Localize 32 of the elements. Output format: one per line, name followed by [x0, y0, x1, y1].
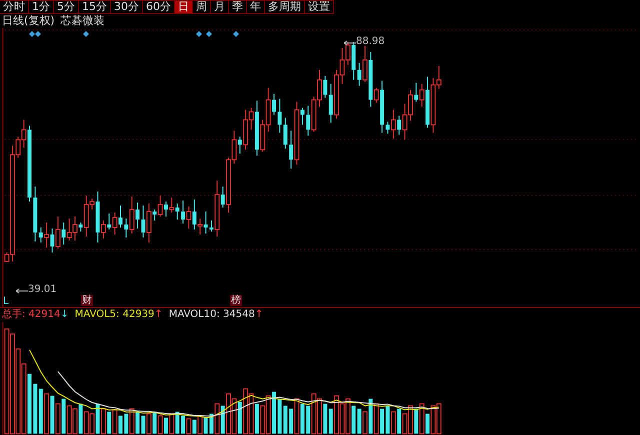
period-tab[interactable]: 月 [211, 0, 229, 14]
period-tab[interactable]: 1分 [29, 0, 54, 14]
trend-arrow: ↓ [60, 309, 69, 322]
low-marker: L [3, 296, 9, 307]
period-tab[interactable]: 30分 [111, 0, 143, 14]
leader-line [344, 40, 356, 46]
volume-legend-value: 总手: 42914 [2, 309, 60, 322]
period-tab[interactable]: 多周期 [265, 0, 305, 14]
trend-arrow: ↑ [254, 309, 264, 322]
stock-name: 芯碁微装 [60, 14, 105, 28]
signal-marker-icon [196, 31, 202, 37]
event-badge[interactable]: 财 [81, 295, 93, 306]
period-tab[interactable]: 日 [175, 0, 193, 14]
period-tab[interactable]: 分时 [0, 0, 29, 14]
period-tab[interactable]: 60分 [143, 0, 175, 14]
trend-arrow: ↑ [154, 309, 163, 322]
volume-legend-value: MAVOL5: 42939 [74, 309, 154, 322]
event-badge[interactable]: 榜 [230, 295, 242, 306]
chart-type-label: 日线(复权) [2, 14, 55, 28]
period-tab[interactable]: 年 [247, 0, 265, 14]
signal-marker-icon [206, 31, 212, 37]
leader-line [16, 288, 28, 294]
signal-marker-icon [233, 31, 239, 37]
period-tab[interactable]: 周 [193, 0, 211, 14]
volume-legend-value: MAVOL10: 34548 [168, 309, 255, 322]
period-tab[interactable]: 5分 [54, 0, 79, 14]
period-tab[interactable]: 15分 [79, 0, 111, 14]
low-price-label: 39.01 [28, 284, 57, 295]
signal-marker-icon [83, 31, 89, 37]
period-tab[interactable]: 设置 [305, 0, 334, 14]
period-tab[interactable]: 季 [229, 0, 247, 14]
high-price-label: 88.98 [356, 36, 385, 47]
